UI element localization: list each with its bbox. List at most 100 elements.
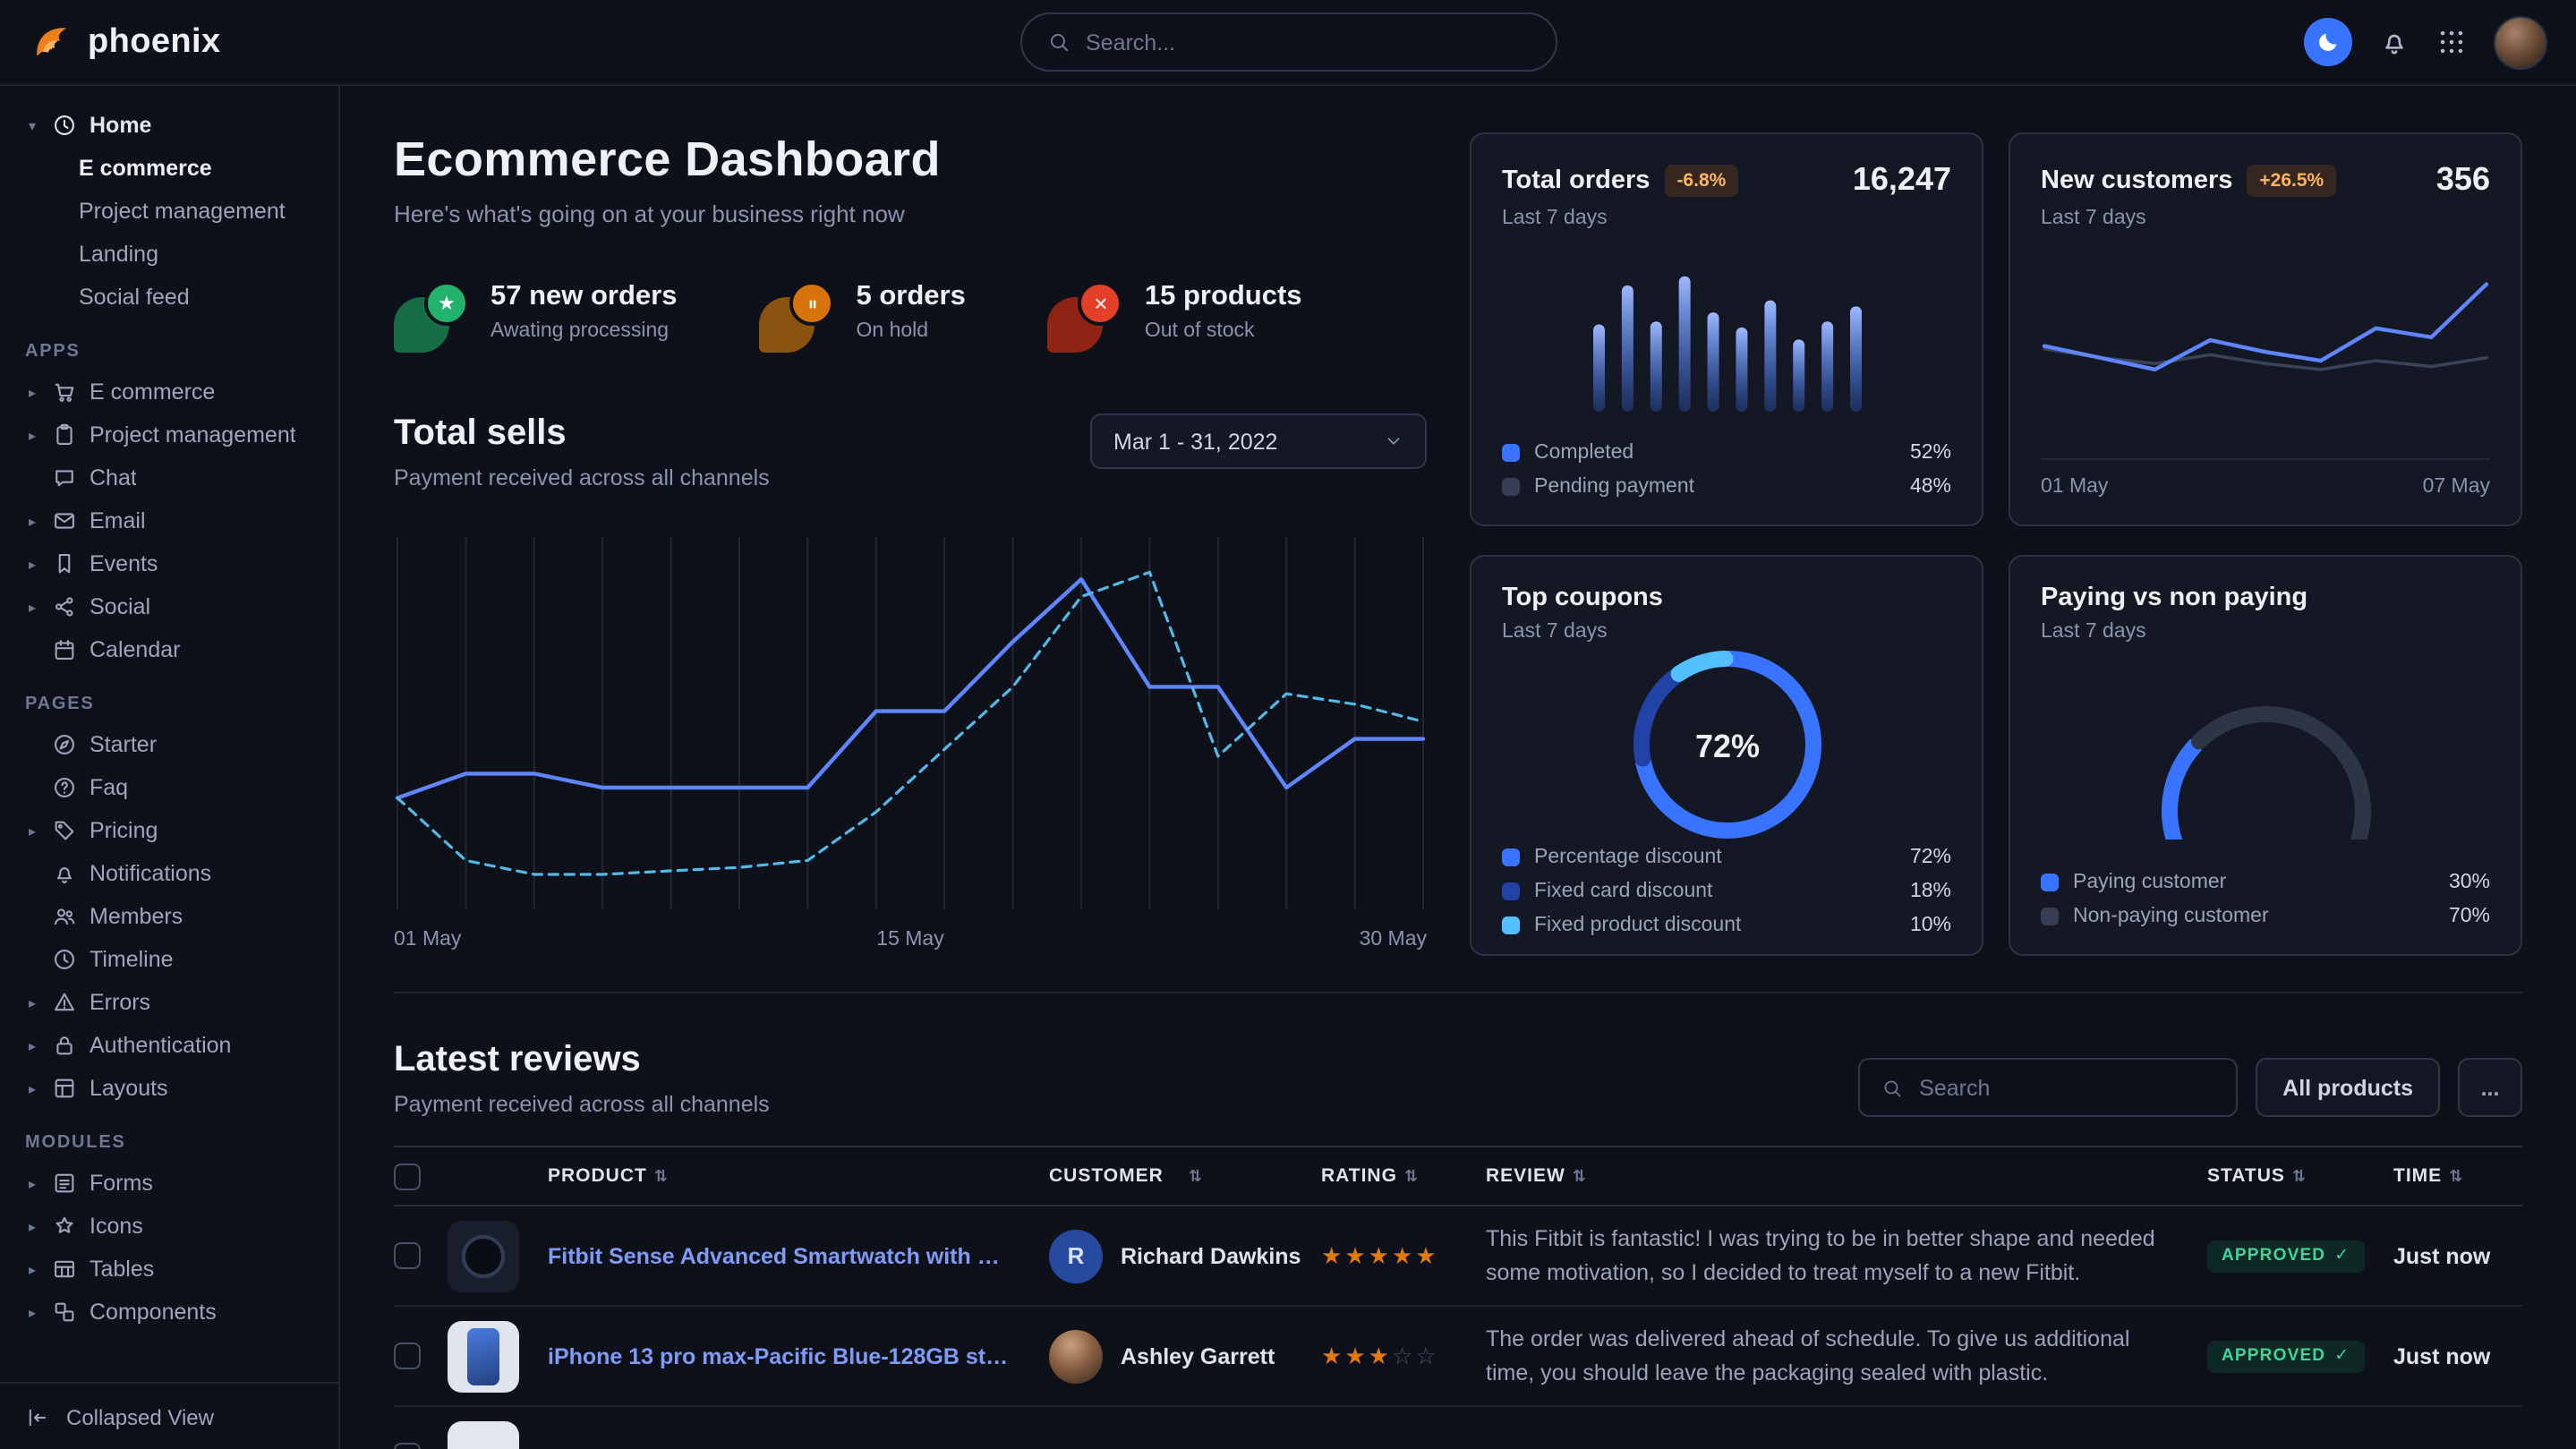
col-header-product[interactable]: PRODUCT⇅ bbox=[548, 1165, 1049, 1187]
sidebar-subitem-e-commerce[interactable]: E commerce bbox=[0, 147, 338, 190]
review-time: Just now bbox=[2393, 1243, 2490, 1268]
sidebar-item-tables[interactable]: ▸ Tables bbox=[0, 1248, 338, 1291]
main-content: Ecommerce Dashboard Here's what's going … bbox=[340, 86, 2576, 1449]
kpi-cards: Total orders -6.8% 16,247 Last 7 days Co… bbox=[1470, 132, 2522, 956]
notifications-button[interactable] bbox=[2379, 27, 2410, 57]
rating-stars: ★★★☆☆ bbox=[1321, 1342, 1486, 1370]
sidebar-section-modules: MODULES bbox=[25, 1133, 338, 1153]
sidebar-subitem-project-management[interactable]: Project management bbox=[0, 190, 338, 233]
new-customers-axis: 01 May 07 May bbox=[2041, 458, 2490, 498]
product-link[interactable]: Fitbit Sense Advanced Smartwatch with To… bbox=[548, 1243, 1010, 1268]
product-link[interactable]: iPhone 13 pro max-Pacific Blue-128GB sto… bbox=[548, 1343, 1010, 1368]
sidebar-item-layouts[interactable]: ▸ Layouts bbox=[0, 1067, 338, 1110]
review-time: Just now bbox=[2393, 1343, 2490, 1368]
caret-right-icon: ▸ bbox=[25, 1037, 39, 1053]
lock-icon bbox=[52, 1033, 77, 1058]
collapse-sidebar-button[interactable]: Collapsed View bbox=[0, 1382, 338, 1449]
legend-swatch bbox=[1502, 882, 1520, 900]
customer-name: Ashley Garrett bbox=[1121, 1343, 1275, 1368]
user-avatar[interactable] bbox=[2494, 15, 2547, 69]
sidebar-item-faq[interactable]: ▸ Faq bbox=[0, 766, 338, 809]
legend-swatch bbox=[1502, 848, 1520, 866]
sort-icon: ⇅ bbox=[2292, 1166, 2307, 1186]
caret-right-icon: ▸ bbox=[25, 1261, 39, 1277]
sidebar-subitem-landing[interactable]: Landing bbox=[0, 233, 338, 276]
sidebar-item-components[interactable]: ▸ Components bbox=[0, 1291, 338, 1334]
sort-icon: ⇅ bbox=[2449, 1166, 2463, 1186]
sidebar-item-errors[interactable]: ▸ Errors bbox=[0, 981, 338, 1024]
row-checkbox[interactable] bbox=[394, 1443, 421, 1449]
reviews-search-input[interactable] bbox=[1919, 1075, 2214, 1100]
legend-row: Fixed product discount 10% bbox=[1502, 915, 1951, 936]
x-icon: × bbox=[1079, 281, 1123, 326]
bell-icon bbox=[52, 861, 77, 886]
calendar-icon bbox=[52, 637, 77, 662]
sidebar-section-apps: APPS bbox=[25, 342, 338, 362]
row-checkbox[interactable] bbox=[394, 1342, 421, 1369]
reviews-search bbox=[1858, 1058, 2238, 1117]
sidebar-item-chat[interactable]: ▸ Chat bbox=[0, 456, 338, 499]
customer-name: Richard Dawkins bbox=[1121, 1243, 1301, 1268]
apps-menu-button[interactable] bbox=[2436, 27, 2467, 57]
sidebar-item-members[interactable]: ▸ Members bbox=[0, 895, 338, 938]
date-range-select[interactable]: Mar 1 - 31, 2022 bbox=[1090, 413, 1427, 469]
new-customers-badge: +26.5% bbox=[2247, 164, 2336, 196]
caret-right-icon: ▸ bbox=[25, 823, 39, 839]
caret-right-icon: ▸ bbox=[25, 1304, 39, 1320]
product-thumbnail bbox=[448, 1420, 519, 1449]
x-axis-labels: 01 May 15 May 30 May bbox=[394, 929, 1427, 950]
rating-stars: ★★★★★ bbox=[1321, 1241, 1486, 1270]
star-icon: ★ bbox=[1369, 1241, 1392, 1270]
sidebar-item-pricing[interactable]: ▸ Pricing bbox=[0, 809, 338, 852]
clock-icon bbox=[52, 947, 77, 972]
star-icon: ☆ bbox=[1415, 1342, 1438, 1370]
sidebar-item-events[interactable]: ▸ Events bbox=[0, 542, 338, 585]
sidebar-subitem-social-feed[interactable]: Social feed bbox=[0, 276, 338, 319]
star-icon: ☆ bbox=[1392, 1342, 1415, 1370]
row-checkbox[interactable] bbox=[394, 1242, 421, 1269]
sidebar-item-email[interactable]: ▸ Email bbox=[0, 499, 338, 542]
sort-icon: ⇅ bbox=[1189, 1166, 1203, 1186]
caret-right-icon: ▸ bbox=[25, 1080, 39, 1096]
sort-icon: ⇅ bbox=[1573, 1166, 1587, 1186]
more-options-button[interactable]: ... bbox=[2458, 1058, 2522, 1117]
sort-icon: ⇅ bbox=[1404, 1166, 1419, 1186]
global-search-input[interactable] bbox=[1086, 30, 1530, 55]
col-header-customer[interactable]: CUSTOMER⇅ bbox=[1049, 1165, 1321, 1187]
donut-chart: 72% bbox=[1625, 643, 1829, 847]
warning-icon bbox=[52, 990, 77, 1015]
col-header-time[interactable]: TIME⇅ bbox=[2393, 1165, 2522, 1187]
sidebar-item-e-commerce[interactable]: ▸ E commerce bbox=[0, 371, 338, 413]
brand-logo-link[interactable]: phoenix bbox=[29, 20, 221, 64]
sidebar-item-icons[interactable]: ▸ Icons bbox=[0, 1205, 338, 1248]
sidebar-item-social[interactable]: ▸ Social bbox=[0, 585, 338, 628]
sidebar-item-timeline[interactable]: ▸ Timeline bbox=[0, 938, 338, 981]
sidebar-item-forms[interactable]: ▸ Forms bbox=[0, 1162, 338, 1205]
search-icon bbox=[1881, 1077, 1903, 1098]
star-icon: ★ bbox=[1344, 1342, 1368, 1370]
legend-swatch bbox=[1502, 444, 1520, 462]
star-icon: ★ bbox=[1369, 1342, 1392, 1370]
col-header-rating[interactable]: RATING⇅ bbox=[1321, 1165, 1486, 1187]
all-products-button[interactable]: All products bbox=[2256, 1058, 2440, 1117]
sort-icon: ⇅ bbox=[654, 1166, 669, 1186]
moon-icon bbox=[2315, 29, 2341, 55]
sidebar-item-home[interactable]: ▾ Home bbox=[0, 104, 338, 147]
sidebar-item-authentication[interactable]: ▸ Authentication bbox=[0, 1024, 338, 1067]
legend-row: Percentage discount 72% bbox=[1502, 847, 1951, 868]
total-sells-subtitle: Payment received across all channels bbox=[394, 465, 770, 490]
sidebar-item-starter[interactable]: ▸ Starter bbox=[0, 723, 338, 766]
col-header-review[interactable]: REVIEW⇅ bbox=[1486, 1165, 2207, 1187]
dashboard-overview: Ecommerce Dashboard Here's what's going … bbox=[394, 132, 1427, 956]
select-all-checkbox[interactable] bbox=[394, 1163, 421, 1189]
question-icon bbox=[52, 775, 77, 800]
theme-toggle-button[interactable] bbox=[2304, 18, 2352, 66]
sidebar-item-notifications[interactable]: ▸ Notifications bbox=[0, 852, 338, 895]
star-icon: ★ bbox=[1415, 1241, 1438, 1270]
shapes-icon bbox=[52, 1214, 77, 1239]
caret-right-icon: ▸ bbox=[25, 427, 39, 443]
sidebar-item-calendar[interactable]: ▸ Calendar bbox=[0, 628, 338, 671]
sidebar-item-project-management[interactable]: ▸ Project management bbox=[0, 413, 338, 456]
col-header-status[interactable]: STATUS⇅ bbox=[2207, 1165, 2393, 1187]
reviews-subtitle: Payment received across all channels bbox=[394, 1092, 770, 1117]
